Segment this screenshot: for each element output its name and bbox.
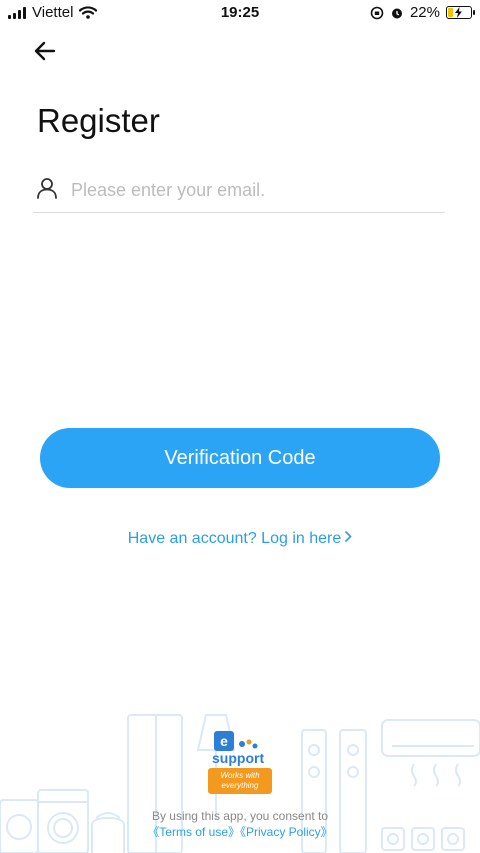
battery-fill <box>448 8 453 17</box>
tagline-line-1: Works with <box>220 771 260 780</box>
logo-letter: e <box>214 731 234 751</box>
logo-name: support <box>212 750 265 766</box>
consent-text: By using this app, you consent to 《Terms… <box>0 808 480 840</box>
chevron-right-icon <box>345 530 352 543</box>
arrow-left-icon <box>34 41 56 61</box>
privacy-policy-link[interactable]: 《Privacy Policy》 <box>240 825 333 839</box>
terms-of-use-link[interactable]: 《Terms of use》 <box>147 825 240 839</box>
battery-icon <box>446 6 475 19</box>
login-link[interactable]: Have an account? Log in here <box>0 530 480 548</box>
battery-percent: 22% <box>409 4 440 21</box>
orientation-lock-icon <box>370 6 384 19</box>
back-button[interactable] <box>30 36 60 66</box>
user-icon <box>37 178 57 199</box>
status-bar: Viettel 19:25 22% <box>0 0 480 26</box>
brand-tagline: Works with everything <box>208 768 272 794</box>
page-title: Register <box>37 102 160 139</box>
email-row <box>33 168 445 213</box>
login-link-label: Have an account? Log in here <box>127 530 342 547</box>
verification-code-button[interactable]: Verification Code <box>40 428 440 488</box>
esupport-logo: e support Works with everything <box>208 728 274 794</box>
alarm-icon <box>391 8 402 18</box>
email-input[interactable] <box>69 172 443 208</box>
tagline-line-2: everything <box>221 781 259 790</box>
logo-dots-icon <box>239 739 258 749</box>
status-right: 22% <box>370 4 475 21</box>
charging-bolt-icon <box>455 7 462 18</box>
consent-sentence: By using this app, you consent to <box>151 809 329 823</box>
